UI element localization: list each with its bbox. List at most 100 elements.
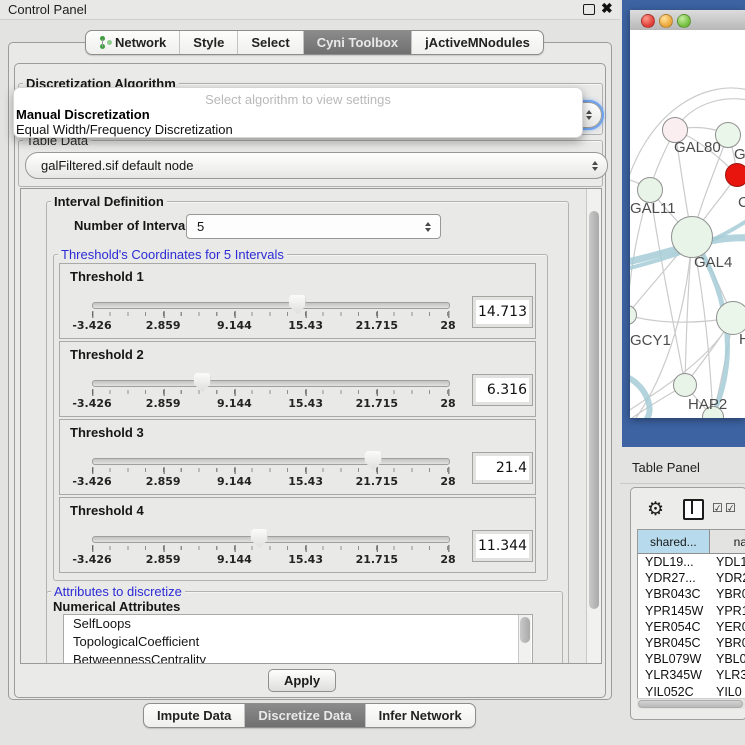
slider-ticks	[92, 546, 448, 550]
scale-label: 28	[440, 475, 455, 488]
network-tab-icon	[99, 36, 110, 49]
slider-ticks	[92, 312, 448, 316]
scale-label: 21.715	[356, 397, 398, 410]
list-item[interactable]: BetweennessCentrality	[64, 651, 532, 664]
network-node-selected[interactable]	[725, 163, 745, 187]
cell: YBL0	[712, 652, 745, 666]
number-of-intervals-value: 5	[197, 219, 204, 234]
tab-infer-network[interactable]: Infer Network	[366, 704, 475, 727]
tab-discretize-data[interactable]: Discretize Data	[245, 704, 365, 727]
table-horizontal-scrollbar[interactable]	[637, 698, 745, 709]
table-row[interactable]: YBR043CYBR0	[638, 586, 745, 602]
tab-cyni-toolbox[interactable]: Cyni Toolbox	[304, 31, 412, 54]
slider-scale: -3.426 2.859 9.144 15.43 21.715 28	[92, 473, 448, 487]
scrollbar-thumb[interactable]	[638, 700, 743, 708]
threshold-2-slider[interactable]: -3.426 2.859 9.144 15.43 21.715 28	[92, 380, 448, 410]
node-attribute-table: shared... na YDL19...YDL1 YDR27...YDR2 Y…	[637, 529, 745, 700]
threshold-1-slider[interactable]: -3.426 2.859 9.144 15.43 21.715 28	[92, 302, 448, 332]
network-canvas[interactable]: GAL80 G GAL11 C GAL4 GCY1 H HAP2	[630, 30, 745, 418]
threshold-3-panel: Threshold 3 -3.426 2.859 9.144 15.43 21.…	[59, 419, 536, 495]
slider-scale: -3.426 2.859 9.144 15.43 21.715 28	[92, 317, 448, 331]
table-row[interactable]: YPR145WYPR1	[638, 603, 745, 619]
gear-icon[interactable]: ⚙	[647, 500, 664, 519]
columns-icon[interactable]	[683, 499, 704, 520]
settings-scrollbar[interactable]	[586, 189, 601, 663]
threshold-1-label: Threshold 1	[70, 269, 144, 284]
tab-impute-data[interactable]: Impute Data	[144, 704, 245, 727]
combo-arrows-icon	[586, 110, 592, 120]
cell: YLR3	[712, 668, 745, 682]
table-row[interactable]: YBL079WYBL0	[638, 651, 745, 667]
threshold-2-value-input[interactable]: 6.316	[472, 374, 533, 406]
table-row[interactable]: YBR045CYBR0	[638, 635, 745, 651]
table-row[interactable]: YLR345WYLR3	[638, 667, 745, 683]
divider	[620, 483, 745, 484]
network-node-gal4[interactable]	[671, 216, 713, 258]
cell: YDR2	[712, 571, 745, 585]
threshold-1-value-input[interactable]: 14.713	[472, 296, 533, 328]
threshold-1-panel: Threshold 1 -3.426 2.859 9.144 15.43 21.…	[59, 263, 536, 339]
threshold-2-label: Threshold 2	[70, 347, 144, 362]
slider-track[interactable]	[92, 302, 450, 309]
network-view-window: GAL80 G GAL11 C GAL4 GCY1 H HAP2	[630, 10, 745, 418]
tab-style[interactable]: Style	[180, 31, 238, 54]
tab-label: Style	[193, 35, 224, 50]
tab-select[interactable]: Select	[238, 31, 303, 54]
algorithm-dropdown-popup: Select algorithm to view settings Manual…	[13, 87, 583, 138]
threshold-3-slider[interactable]: -3.426 2.859 9.144 15.43 21.715 28	[92, 458, 448, 488]
close-icon[interactable]: ✖	[601, 0, 613, 17]
checkbox-icon[interactable]: ☑	[725, 501, 736, 515]
tab-network[interactable]: Network	[86, 31, 180, 54]
combo-arrows-icon	[425, 222, 431, 232]
scale-label: 9.144	[217, 397, 252, 410]
column-header-shared-name[interactable]: shared...	[638, 530, 710, 553]
scale-label: 2.859	[146, 397, 181, 410]
column-header-name[interactable]: na	[710, 530, 745, 553]
window-close-icon[interactable]	[641, 14, 655, 28]
network-node-h[interactable]	[716, 301, 745, 335]
threshold-3-value-input[interactable]: 21.4	[472, 452, 533, 484]
network-node-label: HAP2	[688, 396, 727, 413]
slider-track[interactable]	[92, 536, 450, 543]
list-item[interactable]: TopologicalCoefficient	[64, 633, 532, 651]
window-zoom-icon[interactable]	[677, 14, 691, 28]
apply-button[interactable]: Apply	[268, 669, 336, 692]
algorithm-dropdown-hint: Select algorithm to view settings	[14, 92, 582, 107]
network-window-titlebar[interactable]	[630, 10, 745, 31]
window-minimize-icon[interactable]	[659, 14, 673, 28]
algorithm-option-equal-width[interactable]: Equal Width/Frequency Discretization	[16, 122, 233, 137]
slider-track[interactable]	[92, 380, 450, 387]
checkbox-icon[interactable]: ☑	[712, 501, 723, 515]
float-window-icon[interactable]	[583, 4, 595, 15]
table-row[interactable]: YDR27...YDR2	[638, 570, 745, 586]
numerical-attributes-label: Numerical Attributes	[53, 599, 180, 614]
table-panel: ⚙ ☑ ☑ shared... na YDL19...YDL1 YDR27...…	[630, 487, 745, 720]
cell: YPR1	[712, 604, 745, 618]
tab-jactivemnodules[interactable]: jActiveMNodules	[412, 31, 543, 54]
threshold-4-slider[interactable]: -3.426 2.859 9.144 15.43 21.715 28	[92, 536, 448, 566]
table-row[interactable]: YDL19...YDL1	[638, 554, 745, 570]
tab-label: Cyni Toolbox	[317, 35, 398, 50]
scrollbar-thumb[interactable]	[589, 211, 599, 609]
scale-label: 28	[440, 319, 455, 332]
slider-track[interactable]	[92, 458, 450, 465]
number-of-intervals-combobox[interactable]: 5	[186, 214, 441, 239]
attributes-list-scrollbar[interactable]	[518, 615, 531, 664]
threshold-4-value-input[interactable]: 11.344	[472, 530, 533, 562]
table-row[interactable]: YER054CYER0	[638, 619, 745, 635]
list-item[interactable]: SelfLoops	[64, 615, 532, 633]
numerical-attributes-list[interactable]: SelfLoops TopologicalCoefficient Between…	[63, 614, 533, 664]
scale-label: 28	[440, 553, 455, 566]
table-data-combobox[interactable]: galFiltered.sif default node	[25, 152, 608, 179]
scale-label: -3.426	[72, 397, 111, 410]
control-panel-titlebar: Control Panel ✖	[0, 0, 620, 20]
scrollbar-thumb[interactable]	[520, 617, 530, 643]
cell: YBR043C	[638, 587, 712, 601]
slider-ticks	[92, 468, 448, 472]
threshold-4-panel: Threshold 4 -3.426 2.859 9.144 15.43 21.…	[59, 497, 536, 573]
network-node-hap2[interactable]	[673, 373, 697, 397]
algorithm-option-manual[interactable]: Manual Discretization	[16, 107, 150, 122]
control-panel-tabs: Network Style Select Cyni Toolbox jActiv…	[85, 30, 544, 55]
scale-label: 9.144	[217, 553, 252, 566]
scale-label: 15.43	[288, 553, 323, 566]
